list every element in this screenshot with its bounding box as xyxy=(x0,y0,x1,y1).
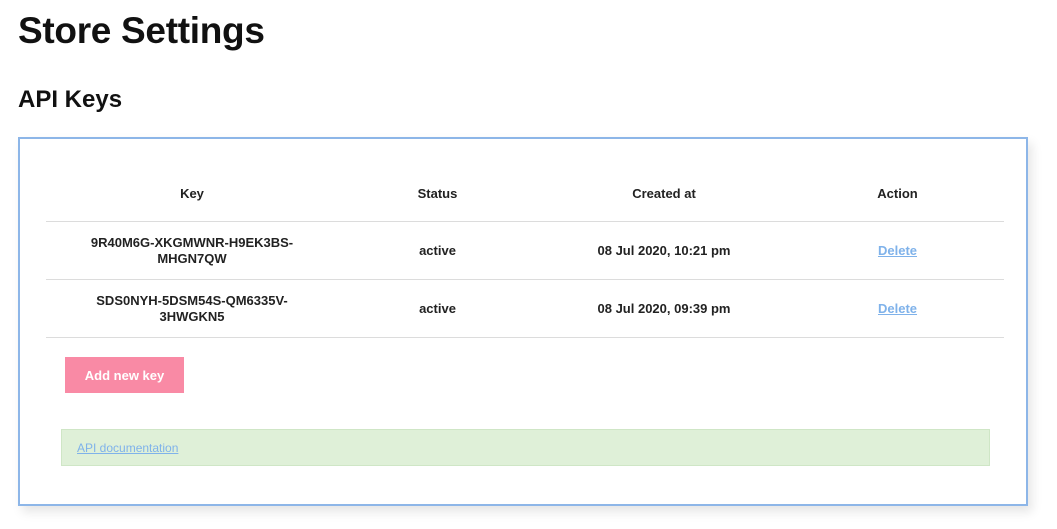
created-at-cell: 08 Jul 2020, 09:39 pm xyxy=(597,300,731,316)
column-header-created-at: Created at xyxy=(632,186,696,201)
api-key-value: 9R40M6G-XKGMWNR-H9EK3BS-MHGN7QW xyxy=(90,234,294,266)
delete-key-link[interactable]: Delete xyxy=(878,301,917,316)
table-row: SDS0NYH-5DSM54S-QM6335V-3HWGKN5 active 0… xyxy=(46,280,1004,338)
status-cell: active xyxy=(419,300,456,316)
api-documentation-bar: API documentation xyxy=(61,429,990,466)
column-header-action: Action xyxy=(877,186,918,201)
page-title: Store Settings xyxy=(18,10,265,51)
api-keys-table: Key Status Created at Action 9R40M6G-XKG… xyxy=(46,167,1004,338)
api-documentation-link[interactable]: API documentation xyxy=(77,441,178,455)
key-cell: SDS0NYH-5DSM54S-QM6335V-3HWGKN5 xyxy=(46,293,338,325)
created-at-cell: 08 Jul 2020, 10:21 pm xyxy=(597,242,731,258)
delete-key-link[interactable]: Delete xyxy=(878,243,917,258)
column-header-status: Status xyxy=(417,186,458,201)
column-header-key: Key xyxy=(180,186,204,201)
action-cell: Delete xyxy=(791,301,1004,317)
key-cell: 9R40M6G-XKGMWNR-H9EK3BS-MHGN7QW xyxy=(46,235,338,267)
table-header-row: Key Status Created at Action xyxy=(46,167,1004,222)
section-title-api-keys: API Keys xyxy=(18,86,123,113)
api-key-value: SDS0NYH-5DSM54S-QM6335V-3HWGKN5 xyxy=(96,292,288,324)
table-row: 9R40M6G-XKGMWNR-H9EK3BS-MHGN7QW active 0… xyxy=(46,222,1004,280)
status-cell: active xyxy=(419,242,456,258)
add-new-key-button[interactable]: Add new key xyxy=(65,357,184,393)
action-cell: Delete xyxy=(791,243,1004,259)
api-keys-card: Key Status Created at Action 9R40M6G-XKG… xyxy=(18,137,1028,506)
